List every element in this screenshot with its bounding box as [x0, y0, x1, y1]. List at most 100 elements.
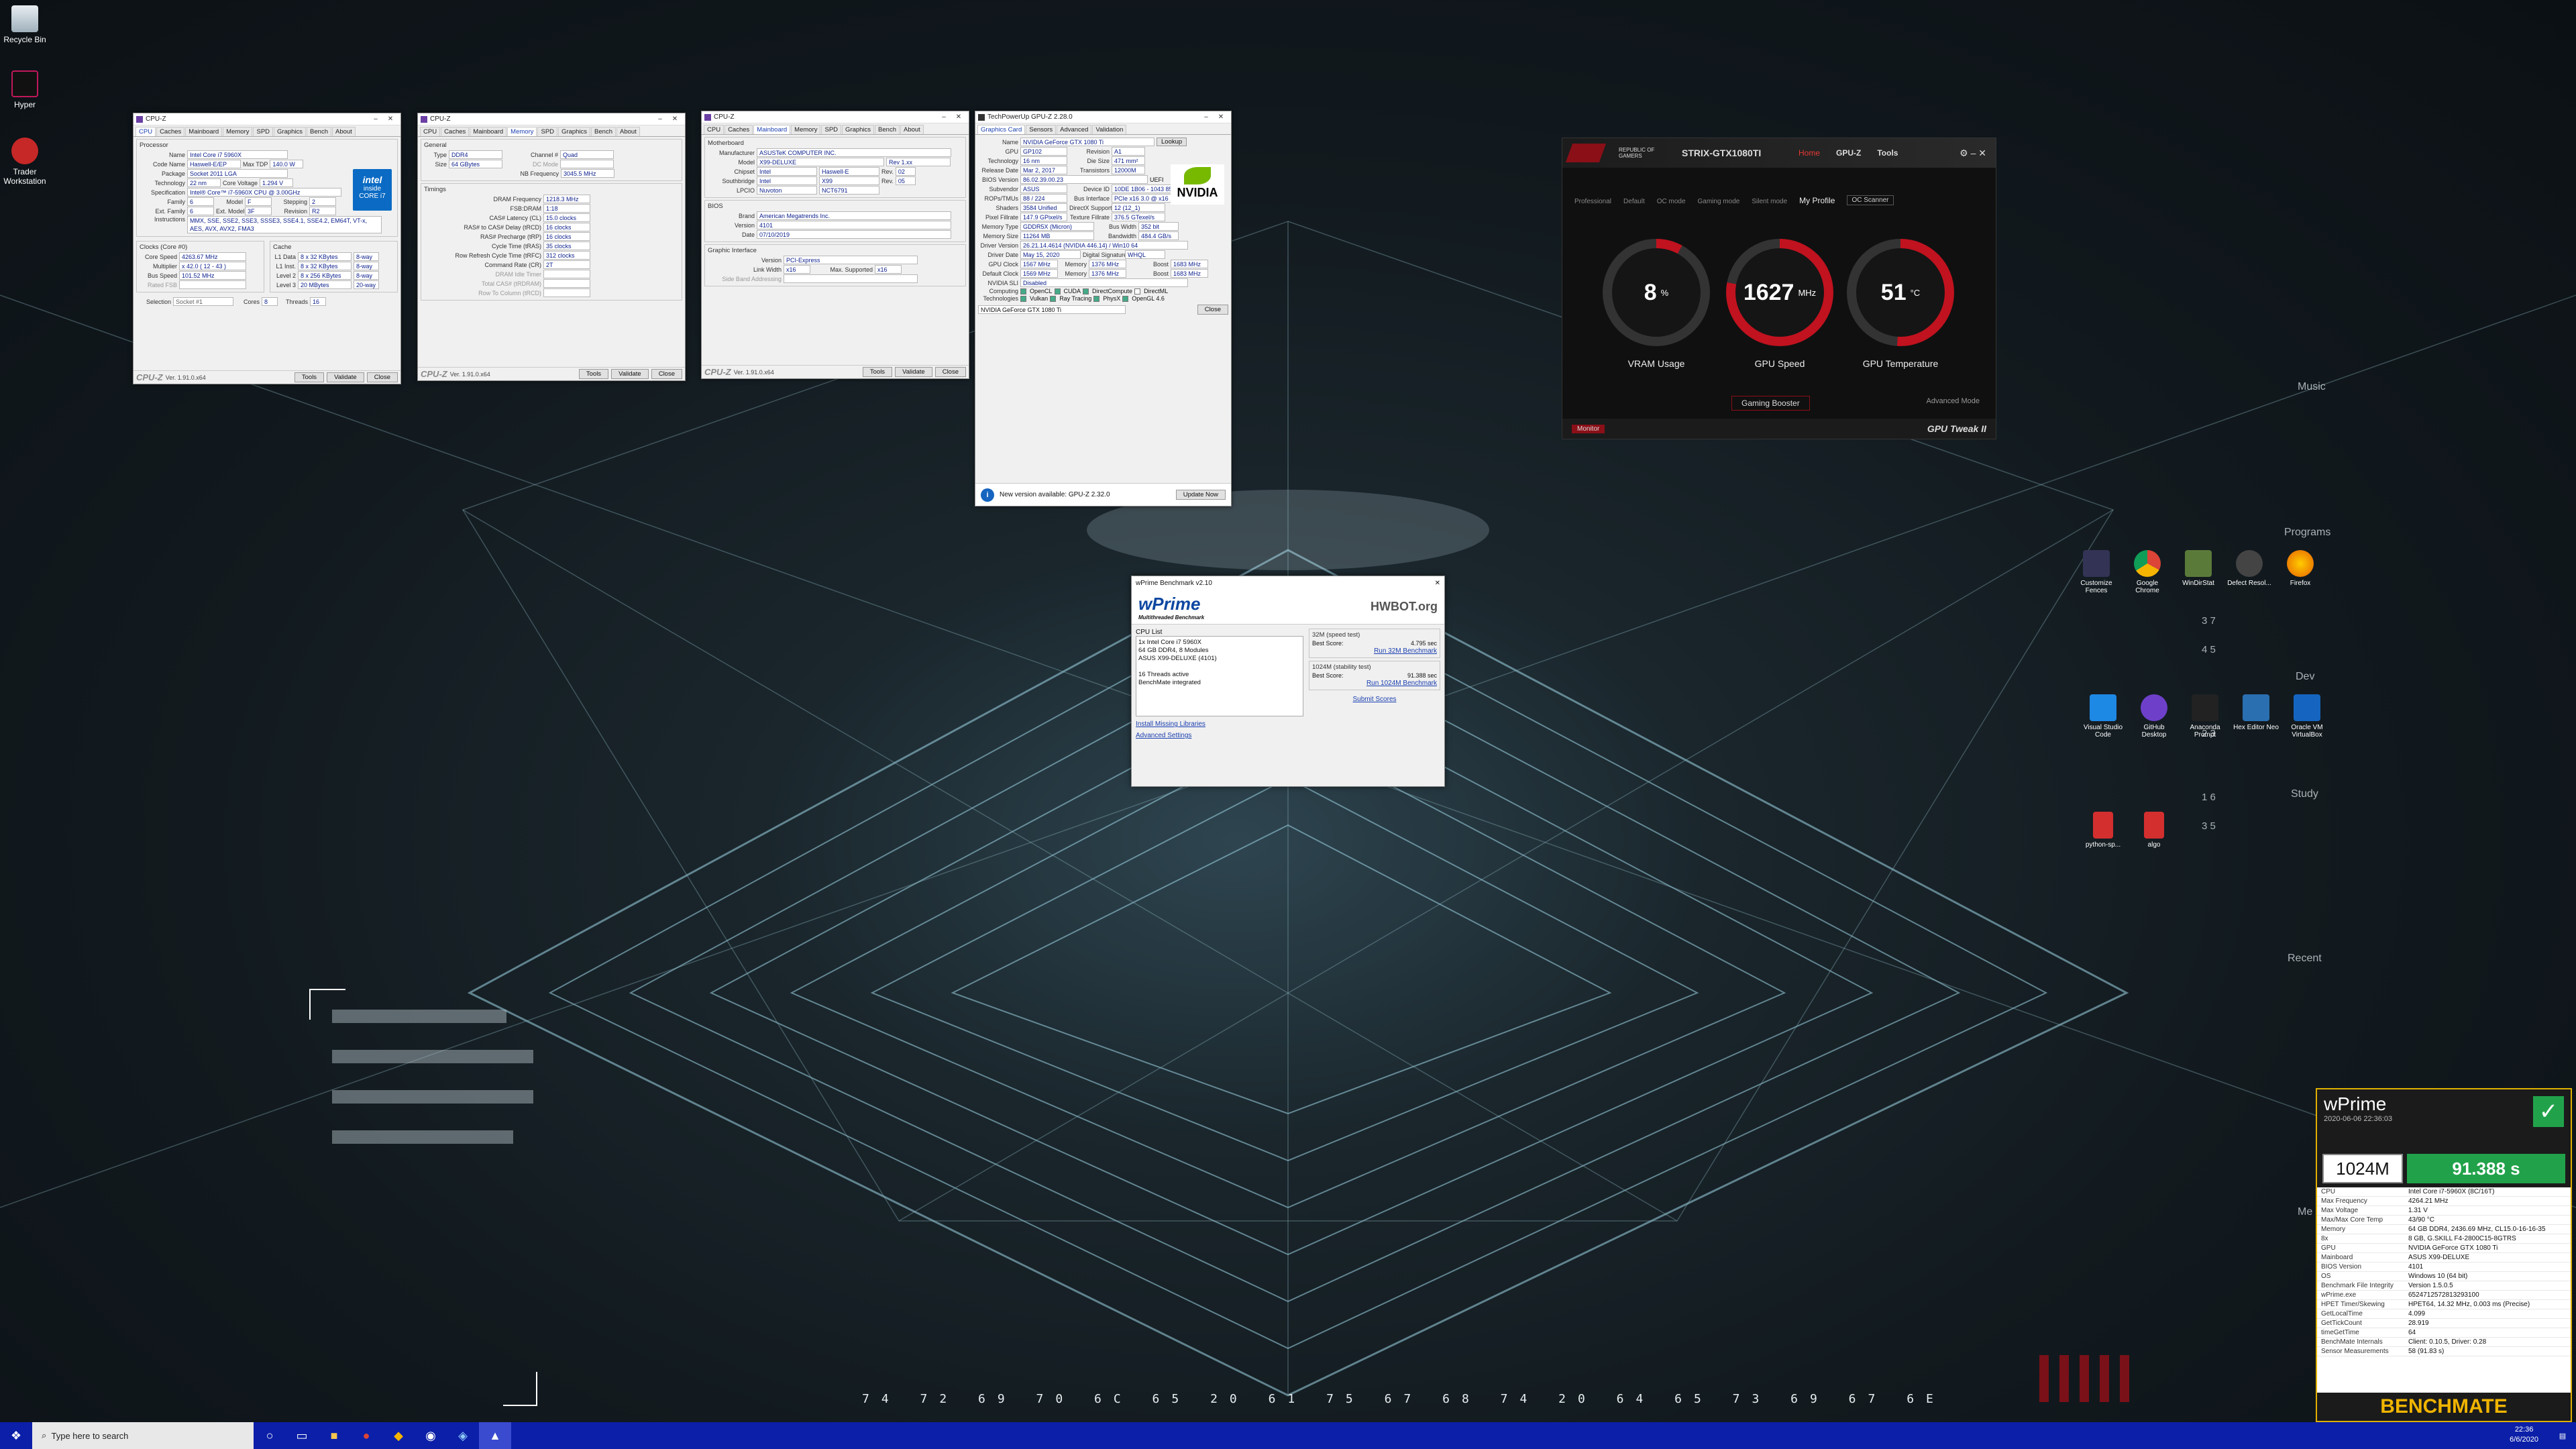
tab-caches[interactable]: Caches — [156, 127, 185, 136]
tab-mainboard[interactable]: Mainboard — [470, 127, 507, 136]
advanced-settings-link[interactable]: Advanced Settings — [1136, 732, 1303, 739]
nav-tools[interactable]: Tools — [1877, 148, 1898, 158]
close-button[interactable]: Close — [934, 367, 966, 377]
close-button[interactable]: Close — [651, 369, 682, 379]
tab-graphics-card[interactable]: Graphics Card — [977, 125, 1026, 134]
search-box[interactable]: ⌕ Type here to search — [32, 1422, 254, 1449]
tab-memory[interactable]: Memory — [791, 125, 821, 134]
close-button[interactable]: ✕ — [383, 115, 398, 123]
tab-graphics[interactable]: Graphics — [842, 125, 875, 134]
tab-spd[interactable]: SPD — [253, 127, 274, 136]
monitor-button[interactable]: Monitor — [1572, 424, 1605, 433]
app-icon[interactable]: ◈ — [447, 1422, 479, 1449]
program-icon[interactable]: Defect Resol... — [2226, 550, 2273, 594]
dev-icon[interactable]: Oracle VM VirtualBox — [2284, 694, 2330, 739]
title-bar[interactable]: wPrime Benchmark v2.10 ✕ — [1132, 576, 1444, 590]
close-button[interactable]: Close — [1197, 305, 1228, 315]
oc-scanner-button[interactable]: OC Scanner — [1847, 195, 1894, 205]
close-button[interactable]: ✕ — [1435, 580, 1440, 587]
program-icon[interactable]: Firefox — [2277, 550, 2324, 594]
benchmate-taskbar-icon[interactable]: ▲ — [479, 1422, 511, 1449]
cortana-icon[interactable]: ○ — [254, 1422, 286, 1449]
mode-professional[interactable]: Professional — [1574, 198, 1611, 205]
mode-default[interactable]: Default — [1623, 198, 1645, 205]
advanced-mode-link[interactable]: Advanced Mode — [1927, 397, 1980, 405]
tab-bench[interactable]: Bench — [307, 127, 331, 136]
title-bar[interactable]: CPU-Z – ✕ — [418, 113, 685, 125]
directcompute-checkbox[interactable] — [1083, 288, 1089, 294]
directml-checkbox[interactable] — [1134, 288, 1141, 294]
title-bar[interactable]: TechPowerUp GPU-Z 2.28.0– ✕ — [975, 111, 1231, 123]
title-bar[interactable]: CPU-Z – ✕ — [702, 111, 969, 123]
gpu-select[interactable]: NVIDIA GeForce GTX 1080 Ti — [978, 305, 1126, 314]
run-32m-link[interactable]: Run 32M Benchmark — [1374, 647, 1437, 655]
desktop-icon-trader[interactable]: Trader Workstation — [1, 138, 48, 186]
lookup-button[interactable]: Lookup — [1157, 138, 1187, 146]
mode-oc[interactable]: OC mode — [1657, 198, 1686, 205]
opencl-checkbox[interactable] — [1020, 288, 1026, 294]
tab-caches[interactable]: Caches — [724, 125, 753, 134]
program-icon[interactable]: Customize Fences — [2073, 550, 2120, 594]
tab-graphics[interactable]: Graphics — [558, 127, 591, 136]
tab-cpu[interactable]: CPU — [420, 127, 441, 136]
close-button[interactable]: ✕ — [1214, 113, 1228, 121]
uefi-check[interactable]: UEFI — [1150, 176, 1164, 183]
file-explorer-icon[interactable]: ■ — [318, 1422, 350, 1449]
physx-checkbox[interactable] — [1093, 295, 1100, 302]
tab-bench[interactable]: Bench — [875, 125, 900, 134]
minimize-button[interactable]: – — [653, 115, 667, 123]
tab-bench[interactable]: Bench — [591, 127, 616, 136]
task-view-icon[interactable]: ▭ — [286, 1422, 318, 1449]
minimize-button[interactable]: – — [936, 113, 951, 121]
tools-button[interactable]: Tools — [862, 367, 893, 377]
dev-icon[interactable]: Visual Studio Code — [2080, 694, 2127, 739]
security-icon[interactable]: ◆ — [382, 1422, 415, 1449]
tab-cpu[interactable]: CPU — [704, 125, 724, 134]
notification-icon[interactable]: ▤ — [2549, 1422, 2576, 1449]
tab-spd[interactable]: SPD — [821, 125, 842, 134]
study-icon[interactable]: algo — [2131, 812, 2178, 849]
clock[interactable]: 22:36 6/6/2020 — [2510, 1425, 2538, 1445]
validate-button[interactable]: Validate — [327, 372, 364, 382]
update-now-button[interactable]: Update Now — [1175, 490, 1226, 500]
close-button[interactable]: ✕ — [951, 113, 966, 121]
tab-graphics[interactable]: Graphics — [274, 127, 307, 136]
dev-icon[interactable]: Anaconda Prompt — [2182, 694, 2229, 739]
tab-cpu[interactable]: CPU — [136, 127, 156, 136]
opengl-checkbox[interactable] — [1122, 295, 1129, 302]
dev-icon[interactable]: GitHub Desktop — [2131, 694, 2178, 739]
program-icon[interactable]: WinDirStat — [2175, 550, 2222, 594]
tab-memory[interactable]: Memory — [223, 127, 253, 136]
desktop-icon-hyper[interactable]: Hyper — [1, 70, 48, 109]
tab-advanced[interactable]: Advanced — [1057, 125, 1092, 134]
tab-mainboard[interactable]: Mainboard — [185, 127, 223, 136]
mode-gaming[interactable]: Gaming mode — [1698, 198, 1740, 205]
dev-icon[interactable]: Hex Editor Neo — [2233, 694, 2279, 739]
gaming-booster-button[interactable]: Gaming Booster — [1731, 396, 1810, 411]
tab-spd[interactable]: SPD — [537, 127, 558, 136]
program-icon[interactable]: Google Chrome — [2124, 550, 2171, 594]
tab-mainboard[interactable]: Mainboard — [753, 125, 791, 134]
tab-validation[interactable]: Validation — [1092, 125, 1127, 134]
app-icon[interactable]: ◉ — [415, 1422, 447, 1449]
nav-gpuz[interactable]: GPU-Z — [1836, 148, 1861, 158]
tab-about[interactable]: About — [331, 127, 356, 136]
submit-scores-link[interactable]: Submit Scores — [1309, 696, 1440, 703]
close-button[interactable]: ✕ — [667, 115, 682, 123]
close-button[interactable]: Close — [366, 372, 398, 382]
tab-caches[interactable]: Caches — [441, 127, 470, 136]
tab-sensors[interactable]: Sensors — [1026, 125, 1057, 134]
nav-home[interactable]: Home — [1799, 148, 1820, 158]
socket-select[interactable]: Socket #1 — [173, 297, 233, 306]
tools-button[interactable]: Tools — [294, 372, 325, 382]
title-bar[interactable]: CPU-Z – ✕ — [133, 113, 400, 125]
start-button[interactable]: ❖ — [0, 1422, 32, 1449]
mode-my-profile[interactable]: My Profile — [1799, 196, 1835, 205]
mode-silent[interactable]: Silent mode — [1752, 198, 1787, 205]
minimize-button[interactable]: – — [1199, 113, 1214, 121]
cuda-checkbox[interactable] — [1054, 288, 1061, 294]
tab-memory[interactable]: Memory — [507, 127, 537, 136]
tools-button[interactable]: Tools — [578, 369, 609, 379]
install-libraries-link[interactable]: Install Missing Libraries — [1136, 720, 1303, 728]
validate-button[interactable]: Validate — [895, 367, 932, 377]
